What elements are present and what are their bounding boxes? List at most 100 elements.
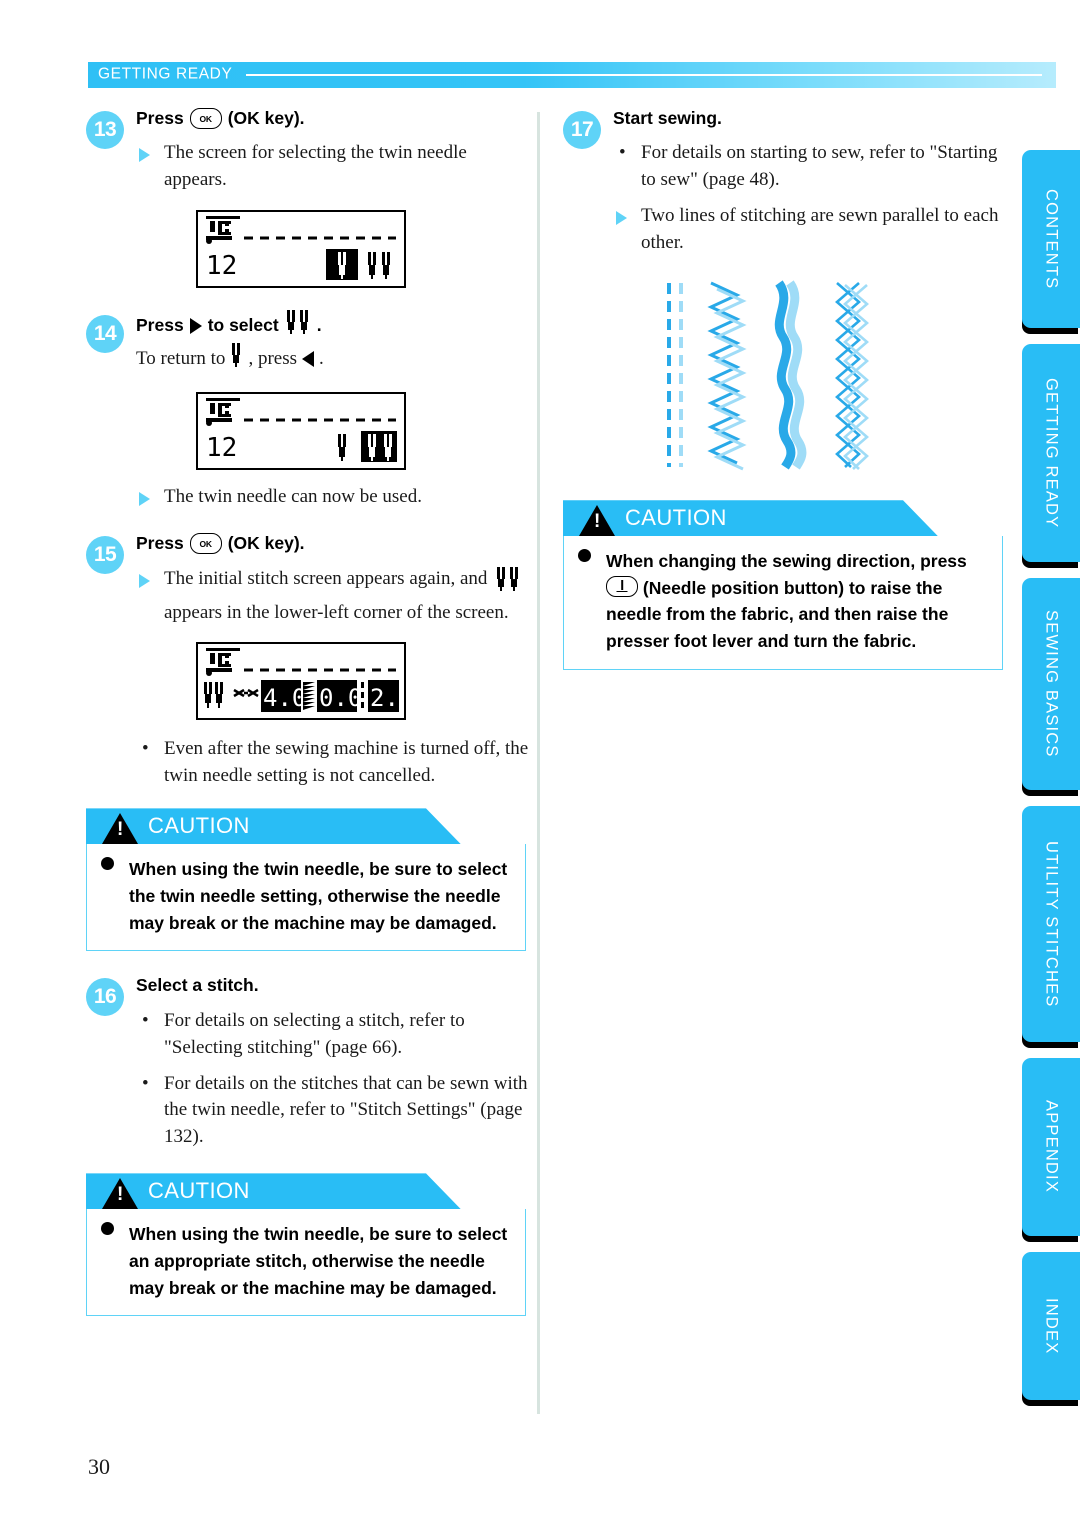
step-17-badge: 17 <box>563 111 601 149</box>
step-17: 17 Start sewing. <box>563 106 1011 149</box>
twin-needle-icon <box>495 566 521 600</box>
arrow-marker-icon <box>139 148 150 163</box>
lcd-screen-2-graphic: 12 <box>206 398 397 463</box>
bullet-dot-icon: • <box>619 142 626 164</box>
side-tab-index[interactable]: INDEX <box>1022 1252 1080 1400</box>
step-13-title: Press (OK key). <box>136 106 534 131</box>
side-tab-appendix[interactable]: APPENDIX <box>1022 1058 1080 1236</box>
caution-box-3: ! CAUTION When changing the sewing direc… <box>563 500 1003 670</box>
arrow-marker-icon <box>139 492 150 507</box>
svg-text:2.5: 2.5 <box>370 684 399 712</box>
step-14-badge: 14 <box>86 315 124 354</box>
step-16-bullet-1-text: For details on selecting a stitch, refer… <box>164 1009 465 1058</box>
caution-bullet-icon <box>578 549 591 563</box>
step-16-title: Select a stitch. <box>136 975 259 996</box>
step-14-note: The twin needle can now be used. <box>136 484 534 511</box>
step-17-bullet: • For details on starting to sew, refer … <box>613 140 1011 194</box>
step-14-title-before: Press <box>136 315 184 336</box>
side-tab-sewing-basics[interactable]: SEWING BASICS <box>1022 578 1080 790</box>
step-13: 13 Press (OK key). <box>86 106 534 149</box>
step-16-bullet-2-text: For details on the stitches that can be … <box>164 1072 528 1148</box>
side-tab-index-label: INDEX <box>1042 1297 1061 1355</box>
step-15-title: Press (OK key). <box>136 531 534 556</box>
lcd-screen-2: 12 <box>196 392 406 471</box>
section-header-label: GETTING READY <box>98 65 233 83</box>
stitch-samples-illustration <box>659 275 1011 480</box>
caution-box-2-item-text: When using the twin needle, be sure to s… <box>129 1224 508 1298</box>
step-16-bullet-2: • For details on the stitches that can b… <box>136 1071 534 1152</box>
step-14-title-mid: to select <box>207 315 279 336</box>
side-tab-appendix-label: APPENDIX <box>1042 1100 1061 1194</box>
caution-box-1-body: When using the twin needle, be sure to s… <box>86 844 526 952</box>
side-tab-utility-stitches[interactable]: UTILITY STITCHES <box>1022 806 1080 1042</box>
single-needle-icon <box>230 342 243 377</box>
step-14-subtitle-before: To return to <box>136 348 226 370</box>
step-13-note: The screen for selecting the twin needle… <box>136 140 534 194</box>
warning-exclamation-icon: ! <box>117 1184 124 1206</box>
caution-box-2-body: When using the twin needle, be sure to s… <box>86 1209 526 1317</box>
caution-box-2-item: When using the twin needle, be sure to s… <box>101 1221 511 1301</box>
side-tab-sewing-basics-label: SEWING BASICS <box>1042 610 1061 758</box>
side-tab-contents-label: CONTENTS <box>1042 188 1061 290</box>
stitch-sample-diamond <box>835 282 869 471</box>
step-16: 16 Select a stitch. <box>86 973 534 1017</box>
right-column: 17 Start sewing. • For details on starti… <box>563 106 1011 670</box>
caution-bullet-icon <box>101 857 114 871</box>
step-17-note: Two lines of stitching are sewn parallel… <box>613 203 1011 257</box>
lcd-screen-1: 12 <box>196 210 406 289</box>
bullet-dot-icon: • <box>142 1009 149 1031</box>
caution-box-3-item-part2: press <box>920 551 967 572</box>
column-divider <box>537 112 540 1414</box>
caution-box-3-header: ! CAUTION <box>563 500 938 537</box>
svg-text:12: 12 <box>206 251 237 281</box>
caution-box-3-item: When changing the sewing direction, pres… <box>578 548 988 654</box>
svg-text:0.0: 0.0 <box>319 684 362 712</box>
step-14-subtitle: To return to , press . <box>136 342 534 377</box>
side-tab-contents[interactable]: CONTENTS <box>1022 150 1080 328</box>
step-17-title: Start sewing. <box>613 108 722 128</box>
caution-box-2-header: ! CAUTION <box>86 1173 461 1210</box>
header-rule <box>246 74 1042 76</box>
side-tab-utility-stitches-label: UTILITY STITCHES <box>1042 840 1061 1008</box>
caution-box-1-header: ! CAUTION <box>86 808 461 845</box>
arrow-right-icon <box>189 318 202 334</box>
caution-box-1-item: When using the twin needle, be sure to s… <box>101 856 511 936</box>
step-15-title-after: (OK key). <box>227 533 305 554</box>
warning-exclamation-icon: ! <box>594 511 601 533</box>
step-15-note-after: appears in the lower-left corner of the … <box>164 601 509 623</box>
caution-box-2: ! CAUTION When using the twin needle, be… <box>86 1173 526 1317</box>
step-14-title-after: . <box>316 315 322 336</box>
twin-needle-icon <box>285 310 311 341</box>
lcd-screen-1-wrap: 12 <box>196 210 534 289</box>
step-17-note-text: Two lines of stitching are sewn parallel… <box>641 205 999 254</box>
svg-text:4.0: 4.0 <box>263 684 306 712</box>
step-14-title: Press to select . <box>136 310 534 341</box>
bullet-dot-icon: • <box>142 738 149 760</box>
section-header-bar: GETTING READY <box>88 62 1056 88</box>
warning-exclamation-icon: ! <box>117 819 124 841</box>
step-13-title-after: (OK key). <box>227 108 305 128</box>
step-16-badge: 16 <box>86 978 124 1017</box>
caution-box-3-item-part1: When changing the sewing direction, <box>606 551 916 572</box>
caution-box-3-body: When changing the sewing direction, pres… <box>563 536 1003 670</box>
caution-box-1-title: CAUTION <box>148 813 250 839</box>
lcd-screen-3-wrap: 4.0 0.0 2.5 <box>196 642 534 721</box>
step-15-title-before: Press <box>136 533 184 554</box>
side-tab-getting-ready[interactable]: GETTING READY <box>1022 344 1080 562</box>
side-tab-getting-ready-label: GETTING READY <box>1042 377 1061 529</box>
arrow-marker-icon <box>616 211 627 226</box>
step-15-bullet: • Even after the sewing machine is turne… <box>136 736 534 790</box>
step-13-note-text: The screen for selecting the twin needle… <box>164 142 467 191</box>
stitch-sample-satin <box>774 280 807 470</box>
lcd-screen-3-graphic: 4.0 0.0 2.5 <box>204 648 413 713</box>
step-14: 14 Press to select . To return to , pres… <box>86 310 534 376</box>
step-17-bullet-text: For details on starting to sew, refer to… <box>641 142 998 191</box>
step-16-bullet-1: • For details on selecting a stitch, ref… <box>136 1008 534 1062</box>
ok-key-icon <box>189 533 222 555</box>
caution-box-3-title: CAUTION <box>625 505 727 531</box>
caution-box-1: ! CAUTION When using the twin needle, be… <box>86 808 526 952</box>
step-15-badge: 15 <box>86 536 124 575</box>
caution-box-3-item-part3: (Needle position button) to raise the ne… <box>606 577 949 652</box>
lcd-screen-2-wrap: 12 <box>196 392 534 471</box>
step-14-subtitle-after: . <box>319 348 324 370</box>
